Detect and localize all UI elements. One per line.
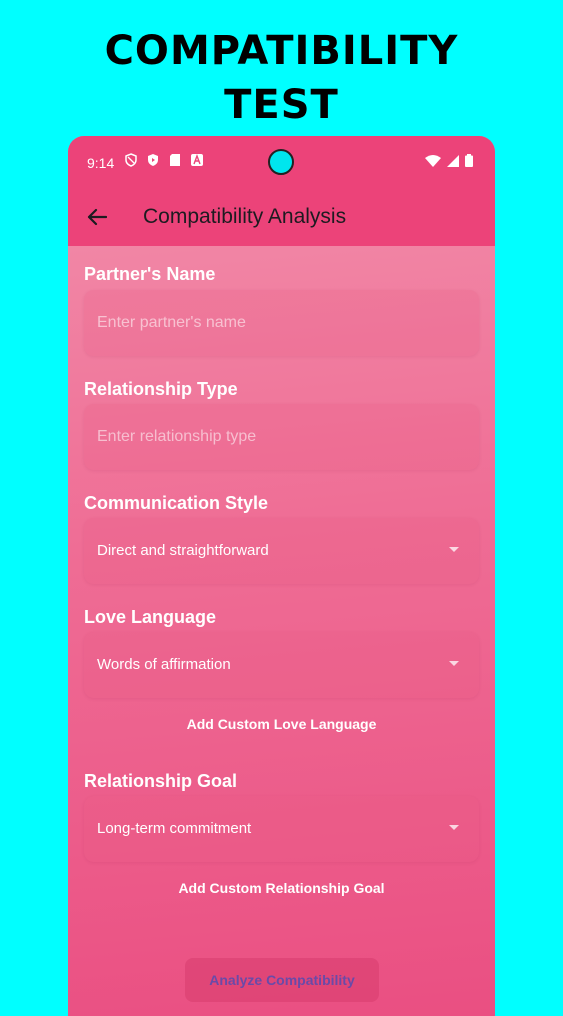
dropdown-arrow-icon bbox=[449, 547, 459, 552]
promo-title-line2: TEST bbox=[224, 82, 339, 128]
signal-icon bbox=[447, 154, 459, 167]
promo-title-line1: COMPATIBILITY bbox=[104, 28, 459, 74]
sd-card-icon bbox=[170, 154, 180, 166]
relationship-type-input[interactable] bbox=[84, 404, 479, 470]
partner-name-field-box bbox=[84, 290, 479, 356]
partner-name-label: Partner's Name bbox=[84, 264, 216, 284]
relationship-type-label: Relationship Type bbox=[84, 379, 238, 399]
love-language-value: Words of affirmation bbox=[97, 656, 231, 673]
add-custom-love-language-button[interactable]: Add Custom Love Language bbox=[84, 716, 479, 732]
app-bar: Compatibility Analysis bbox=[68, 188, 495, 246]
shield-icon bbox=[125, 153, 137, 167]
relationship-goal-label: Relationship Goal bbox=[84, 771, 238, 791]
communication-style-label: Communication Style bbox=[84, 493, 269, 513]
add-custom-relationship-goal-button[interactable]: Add Custom Relationship Goal bbox=[84, 880, 479, 896]
phone-screen: 9:14 Compatibility Analysis Partner's Na… bbox=[68, 136, 495, 1016]
camera-cutout bbox=[268, 149, 294, 175]
partner-name-input[interactable] bbox=[84, 290, 479, 356]
status-time: 9:14 bbox=[87, 155, 115, 171]
relationship-goal-value: Long-term commitment bbox=[97, 820, 252, 837]
play-protect-icon bbox=[148, 154, 158, 166]
analyze-compatibility-button[interactable]: Analyze Compatibility bbox=[185, 958, 379, 1002]
page-title: Compatibility Analysis bbox=[143, 205, 347, 228]
love-language-dropdown[interactable]: Words of affirmation bbox=[84, 632, 479, 698]
communication-style-value: Direct and straightforward bbox=[97, 542, 269, 559]
status-system-icons bbox=[425, 154, 473, 167]
status-notification-icons bbox=[124, 153, 204, 167]
love-language-label: Love Language bbox=[84, 607, 217, 627]
status-bar: 9:14 bbox=[68, 136, 495, 188]
wifi-icon bbox=[425, 154, 441, 167]
top-bar: 9:14 Compatibility Analysis bbox=[68, 136, 495, 246]
font-a-icon bbox=[191, 154, 203, 166]
back-arrow-icon bbox=[87, 208, 107, 226]
relationship-type-field-box bbox=[84, 404, 479, 470]
communication-style-dropdown[interactable]: Direct and straightforward bbox=[84, 518, 479, 584]
relationship-goal-dropdown[interactable]: Long-term commitment bbox=[84, 796, 479, 862]
dropdown-arrow-icon bbox=[449, 825, 459, 830]
back-button[interactable] bbox=[82, 202, 112, 232]
dropdown-arrow-icon bbox=[449, 661, 459, 666]
promo-title: COMPATIBILITY TEST bbox=[0, 24, 563, 132]
battery-icon bbox=[465, 154, 473, 167]
